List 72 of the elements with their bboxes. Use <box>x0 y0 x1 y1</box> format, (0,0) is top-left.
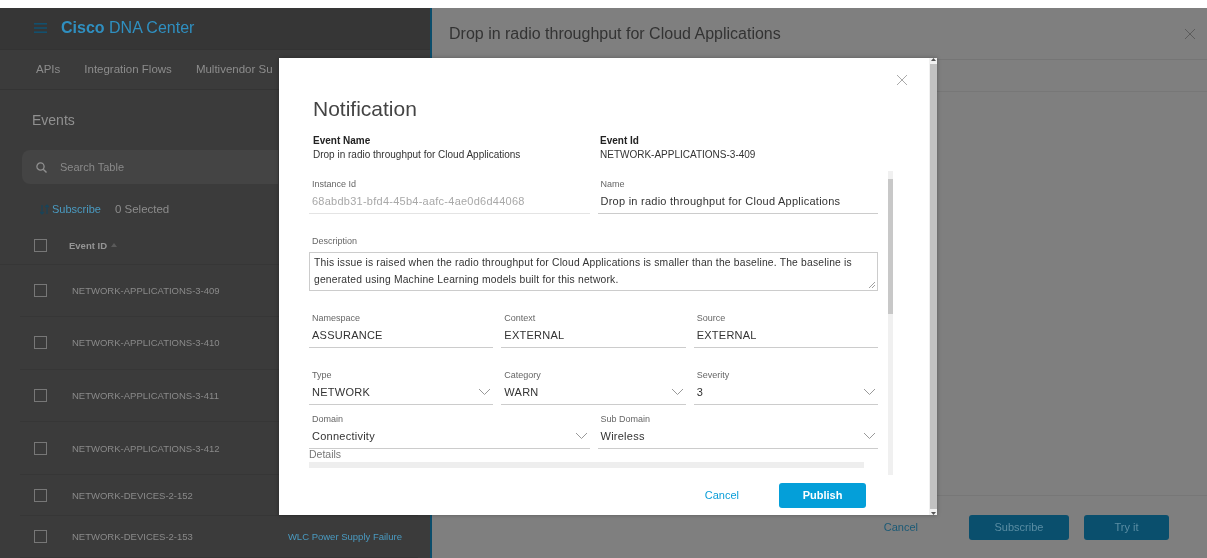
field-label: Description <box>311 236 359 246</box>
chevron-down-icon <box>575 433 587 439</box>
checkbox[interactable] <box>34 238 47 252</box>
field-label: Event Id <box>600 135 640 146</box>
section-title: Events <box>31 111 75 131</box>
dropdown-field[interactable]: NETWORK <box>309 386 494 405</box>
cancel-button[interactable]: Cancel <box>698 488 745 502</box>
checkbox[interactable] <box>34 389 47 403</box>
field-label: Type <box>311 370 333 380</box>
checkbox[interactable] <box>34 336 47 350</box>
scrollbar[interactable] <box>929 58 937 515</box>
nav-tab[interactable]: Multivendor Su <box>195 63 273 76</box>
text-field[interactable]: Drop in radio throughput for Cloud Applications <box>597 195 878 214</box>
search-icon <box>36 161 47 173</box>
dropdown-field[interactable]: 3 <box>693 386 878 405</box>
cancel-button[interactable]: Cancel <box>877 520 924 534</box>
text-field[interactable]: EXTERNAL <box>501 329 686 348</box>
selection-count: 0 Selected <box>114 203 170 216</box>
table-cell: NETWORK-APPLICATIONS-3-412 <box>72 442 220 454</box>
close-icon[interactable] <box>1185 28 1195 39</box>
subscribe-button[interactable]: Subscribe <box>40 203 101 216</box>
checkbox[interactable] <box>34 488 47 502</box>
text-field[interactable]: EXTERNAL <box>693 329 878 348</box>
panel-title: Drop in radio throughput for Cloud Applications <box>449 24 781 43</box>
dropdown-field[interactable]: WARN <box>501 386 686 405</box>
table-link[interactable]: WLC Power Supply Failure <box>287 531 402 543</box>
checkbox[interactable] <box>34 283 47 297</box>
field-label: Source <box>695 313 727 323</box>
field-label: Sub Domain <box>599 414 652 424</box>
chevron-down-icon <box>671 389 683 395</box>
scroll-down-icon[interactable] <box>930 512 936 515</box>
dropdown-field[interactable]: Connectivity <box>309 430 590 449</box>
field-label: Name <box>599 179 626 189</box>
publish-button[interactable]: Publish <box>779 482 866 508</box>
field-value: NETWORK-APPLICATIONS-3-409 <box>600 149 757 160</box>
field-label: Context <box>503 313 537 323</box>
close-icon[interactable] <box>897 75 907 85</box>
subscribe-button[interactable]: Subscribe <box>969 514 1069 540</box>
menu-icon[interactable] <box>34 23 47 34</box>
app-title: Cisco DNA Center <box>61 19 195 38</box>
checkbox[interactable] <box>34 441 47 455</box>
sort-up-icon <box>111 243 117 248</box>
table-cell: NETWORK-APPLICATIONS-3-409 <box>72 284 220 296</box>
table-cell: NETWORK-APPLICATIONS-3-410 <box>72 337 220 349</box>
scrollbar[interactable] <box>888 171 893 475</box>
nav-tab[interactable]: Integration Flows <box>84 63 172 76</box>
field-label: Instance Id <box>311 179 358 189</box>
dropdown-field[interactable]: Wireless <box>597 430 878 449</box>
try-it-button[interactable]: Try it <box>1084 514 1169 540</box>
field-label: Namespace <box>311 313 362 323</box>
field-label: Details <box>309 448 343 460</box>
text-field[interactable]: ASSURANCE <box>309 329 494 348</box>
field-label: Category <box>503 370 542 380</box>
field-value: Drop in radio throughput for Cloud Applications <box>313 149 522 160</box>
table-cell: NETWORK-DEVICES-2-153 <box>72 531 193 543</box>
chevron-down-icon <box>479 389 491 395</box>
description-field[interactable]: This issue is raised when the radio throughput for Cloud Applications is smaller than the baseline. The baseline is generated using Machine Learning models built for this network. <box>309 252 878 291</box>
nav-tab[interactable]: APIs <box>36 63 61 76</box>
resize-handle-icon <box>869 282 875 288</box>
dialog-title: Notification <box>312 97 418 122</box>
field-label: Domain <box>311 414 344 424</box>
table-cell: NETWORK-APPLICATIONS-3-411 <box>72 390 219 402</box>
checkbox[interactable] <box>34 530 47 544</box>
sort-arrows-icon <box>40 203 49 215</box>
search-field[interactable]: Search Table <box>22 149 278 184</box>
chevron-down-icon <box>864 433 875 439</box>
chevron-down-icon <box>864 389 875 395</box>
field-label: Severity <box>695 370 731 380</box>
table-cell: NETWORK-DEVICES-2-152 <box>72 489 193 501</box>
column-header[interactable]: Event ID <box>69 239 117 251</box>
scroll-up-icon[interactable] <box>930 58 936 61</box>
field-label: Event Name <box>313 135 372 146</box>
